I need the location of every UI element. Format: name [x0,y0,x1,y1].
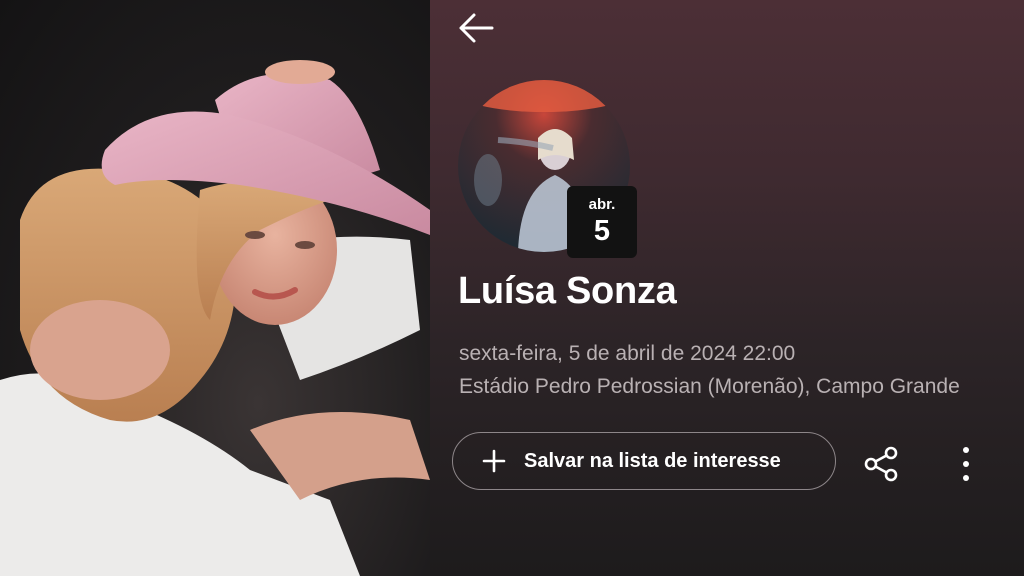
artist-photo-image [0,60,430,576]
artist-name: Luísa Sonza [458,270,677,312]
more-options-button[interactable] [950,442,982,486]
share-icon [864,446,898,482]
event-panel: abr. 5 Luísa Sonza sexta-feira, 5 de abr… [430,0,1024,576]
event-day: 5 [593,215,611,247]
event-datetime: sexta-feira, 5 de abril de 2024 22:00 [459,342,796,365]
save-button-label: Salvar na lista de interesse [524,449,781,472]
plus-icon [481,448,507,474]
event-month: abr. [588,196,616,213]
back-button[interactable] [456,8,496,48]
save-to-interest-list-button[interactable]: Salvar na lista de interesse [452,432,836,490]
share-button[interactable] [860,442,904,486]
artist-photo [0,0,430,576]
screen: abr. 5 Luísa Sonza sexta-feira, 5 de abr… [0,0,1024,576]
more-vertical-icon [963,447,969,481]
event-date-badge: abr. 5 [567,186,637,258]
arrow-left-icon [459,13,494,43]
event-venue: Estádio Pedro Pedrossian (Morenão), Camp… [459,375,960,398]
